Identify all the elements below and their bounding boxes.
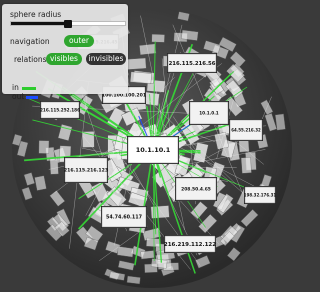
node-tile[interactable]	[127, 276, 141, 284]
node-tile[interactable]	[181, 30, 198, 41]
node-tile[interactable]	[241, 157, 251, 173]
node-tile[interactable]	[130, 72, 152, 84]
visibles-button[interactable]: visibles	[46, 53, 82, 65]
node-card[interactable]: 64.55.216.32	[229, 119, 263, 141]
node-tile[interactable]	[151, 258, 167, 268]
node-card[interactable]: 216.115.216.56	[167, 53, 217, 73]
legend-out-label: out	[12, 92, 24, 101]
node-tile[interactable]	[127, 58, 147, 70]
navigation-label: navigation	[10, 37, 50, 46]
node-label: 10.1.0.1	[199, 110, 219, 115]
node-tile[interactable]	[39, 141, 49, 154]
node-label: 216.115.252.186	[40, 107, 80, 112]
node-tile[interactable]	[275, 114, 285, 130]
node-tile[interactable]	[139, 44, 156, 55]
node-label: 54.74.60.117	[106, 215, 142, 221]
node-tile[interactable]	[141, 250, 155, 259]
node-card[interactable]: 216.115.252.186	[40, 101, 80, 119]
node-card[interactable]: 198.32.176.31	[244, 186, 277, 204]
relations-label: relations	[14, 55, 47, 64]
node-label: 216.219.112.122	[164, 242, 216, 248]
node-tile[interactable]	[152, 34, 165, 42]
node-label: 198.32.176.31	[244, 192, 277, 197]
node-card[interactable]: 54.74.60.117	[101, 206, 147, 228]
navigation-outer-button[interactable]: outer	[64, 35, 94, 47]
node-card[interactable]: 216.115.216.123	[64, 157, 108, 183]
sphere-radius-slider[interactable]	[10, 21, 126, 26]
node-card[interactable]: 10.1.10.1	[127, 136, 179, 164]
node-label: 216.115.216.56	[169, 61, 216, 67]
control-panel: sphere radius navigation outer relations…	[2, 4, 128, 94]
node-tile[interactable]	[117, 246, 133, 257]
slider-thumb[interactable]	[64, 20, 72, 28]
node-label: 216.115.216.123	[64, 168, 108, 174]
node-label: 64.55.216.32	[231, 127, 261, 132]
legend-out-line	[26, 96, 38, 99]
legend-in-label: in	[12, 83, 19, 92]
legend-in-line	[22, 87, 36, 90]
node-label: 10.1.10.1	[136, 146, 171, 154]
invisibles-button[interactable]: invisibles	[86, 53, 126, 65]
node-tile[interactable]	[146, 238, 160, 247]
node-card[interactable]: 216.219.112.122	[164, 235, 216, 253]
node-card[interactable]: 10.1.0.1	[189, 101, 229, 125]
node-label: 208.50.4.65	[181, 186, 211, 192]
sphere-radius-label: sphere radius	[10, 10, 61, 19]
slider-fill	[11, 22, 68, 25]
node-card[interactable]: 208.50.4.65	[175, 177, 217, 201]
